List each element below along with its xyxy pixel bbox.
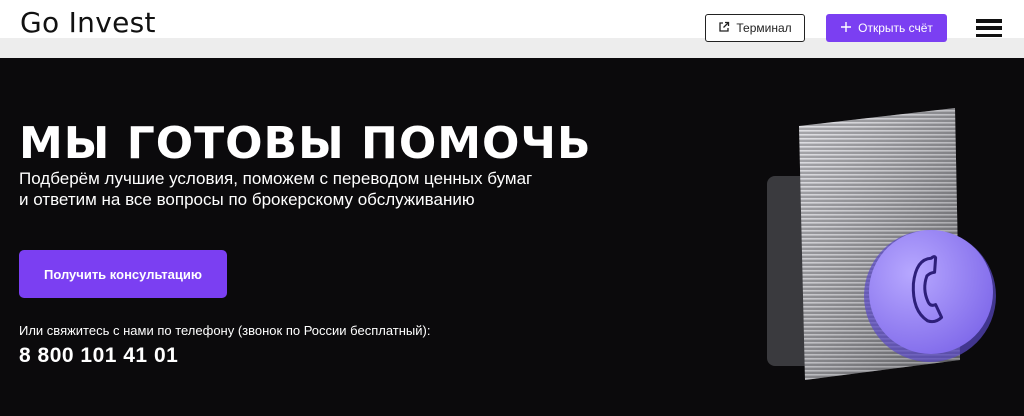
get-consultation-button[interactable]: Получить консультацию <box>19 250 227 298</box>
hero-subtitle-line-2: и ответим на все вопросы по брокерскому … <box>19 190 475 209</box>
contact-text: Или свяжитесь с нами по телефону (звонок… <box>19 323 431 338</box>
hero-section: МЫ ГОТОВЫ ПОМОЧЬ Подберём лучшие условия… <box>0 58 1024 416</box>
plus-icon <box>840 21 852 36</box>
hero-subtitle-line-1: Подберём лучшие условия, поможем с перев… <box>19 169 533 188</box>
terminal-button[interactable]: Терминал <box>705 14 805 42</box>
hero-title: МЫ ГОТОВЫ ПОМОЧЬ <box>19 118 592 169</box>
top-navigation-bar: Go Invest Терминал Открыть счёт <box>0 0 1024 58</box>
open-account-label: Открыть счёт <box>858 21 933 35</box>
terminal-button-label: Терминал <box>736 21 792 35</box>
phone-number[interactable]: 8 800 101 41 01 <box>19 344 178 368</box>
external-link-icon <box>718 21 730 36</box>
logo[interactable]: Go Invest <box>20 6 156 39</box>
phone-card-illustration <box>767 108 996 380</box>
open-account-button[interactable]: Открыть счёт <box>826 14 947 42</box>
hero-subtitle: Подберём лучшие условия, поможем с перев… <box>19 168 579 210</box>
menu-icon[interactable] <box>976 19 1002 37</box>
